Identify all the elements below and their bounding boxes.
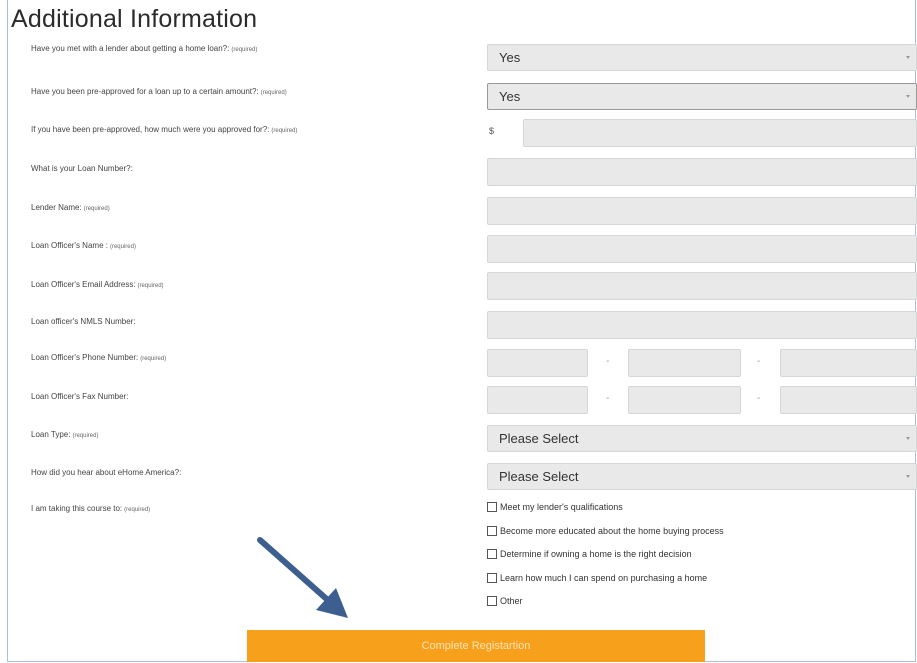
pre-approved-select[interactable]: Yes <box>487 83 917 110</box>
caret-down-icon <box>906 474 910 478</box>
dollar-prefix: $ <box>489 126 495 136</box>
fax-line-input[interactable] <box>780 386 917 414</box>
checkbox-label: Meet my lender's qualifications <box>500 502 623 512</box>
page-title: Additional Information <box>11 5 258 33</box>
met-lender-value: Yes <box>499 50 521 65</box>
checkbox-option[interactable]: Meet my lender's qualifications <box>487 502 623 512</box>
checkbox[interactable] <box>487 502 497 512</box>
checkbox-label: Other <box>500 596 523 606</box>
checkbox[interactable] <box>487 549 497 559</box>
label-officer-name: Loan Officer's Name : (required) <box>31 241 136 250</box>
label-pre-approved: Have you been pre-approved for a loan up… <box>31 87 287 96</box>
checkbox[interactable] <box>487 526 497 536</box>
phone-prefix-input[interactable] <box>628 349 741 377</box>
heard-about-value: Please Select <box>499 469 579 484</box>
caret-down-icon <box>906 436 910 440</box>
phone-dash: - <box>606 356 610 367</box>
fax-area-code-input[interactable] <box>487 386 588 414</box>
checkbox-option[interactable]: Become more educated about the home buyi… <box>487 526 724 536</box>
checkbox-option[interactable]: Learn how much I can spend on purchasing… <box>487 573 707 583</box>
label-course-reason: I am taking this course to: (required) <box>31 504 151 513</box>
checkbox-label: Determine if owning a home is the right … <box>500 549 692 559</box>
officer-email-input[interactable] <box>487 272 917 300</box>
pre-approved-value: Yes <box>499 89 521 104</box>
phone-dash: - <box>757 356 761 367</box>
label-officer-nmls: Loan officer's NMLS Number: <box>31 317 136 326</box>
caret-down-icon <box>906 55 910 59</box>
label-lender-name: Lender Name: (required) <box>31 203 110 212</box>
label-officer-fax: Loan Officer's Fax Number: <box>31 392 129 401</box>
fax-dash: - <box>757 393 761 404</box>
label-loan-number: What is your Loan Number?: <box>31 164 133 173</box>
checkbox-label: Learn how much I can spend on purchasing… <box>500 573 708 583</box>
approved-amount-input[interactable] <box>523 119 917 147</box>
label-heard-about: How did you hear about eHome America?: <box>31 468 182 477</box>
caret-down-icon <box>906 94 910 98</box>
checkbox[interactable] <box>487 596 497 606</box>
loan-number-input[interactable] <box>487 158 917 186</box>
checkbox-option[interactable]: Determine if owning a home is the right … <box>487 549 692 559</box>
complete-registration-button[interactable]: Complete Registartion <box>247 630 705 662</box>
label-officer-email: Loan Officer's Email Address: (required) <box>31 280 164 289</box>
checkbox[interactable] <box>487 573 497 583</box>
label-officer-phone: Loan Officer's Phone Number: (required) <box>31 353 167 362</box>
phone-line-input[interactable] <box>780 349 917 377</box>
label-loan-type: Loan Type: (required) <box>31 430 99 439</box>
phone-area-code-input[interactable] <box>487 349 588 377</box>
loan-type-value: Please Select <box>499 431 579 446</box>
fax-prefix-input[interactable] <box>628 386 741 414</box>
fax-dash: - <box>606 393 610 404</box>
officer-name-input[interactable] <box>487 235 917 263</box>
label-approved-amount: If you have been pre-approved, how much … <box>31 125 298 134</box>
heard-about-select[interactable]: Please Select <box>487 463 917 490</box>
officer-nmls-input[interactable] <box>487 311 917 339</box>
lender-name-input[interactable] <box>487 197 917 225</box>
checkbox-label: Become more educated about the home buyi… <box>500 526 724 536</box>
met-lender-select[interactable]: Yes <box>487 44 917 71</box>
arrow-pointer-icon <box>257 537 348 618</box>
checkbox-option[interactable]: Other <box>487 596 523 606</box>
loan-type-select[interactable]: Please Select <box>487 425 917 452</box>
label-met-lender: Have you met with a lender about getting… <box>31 44 258 53</box>
